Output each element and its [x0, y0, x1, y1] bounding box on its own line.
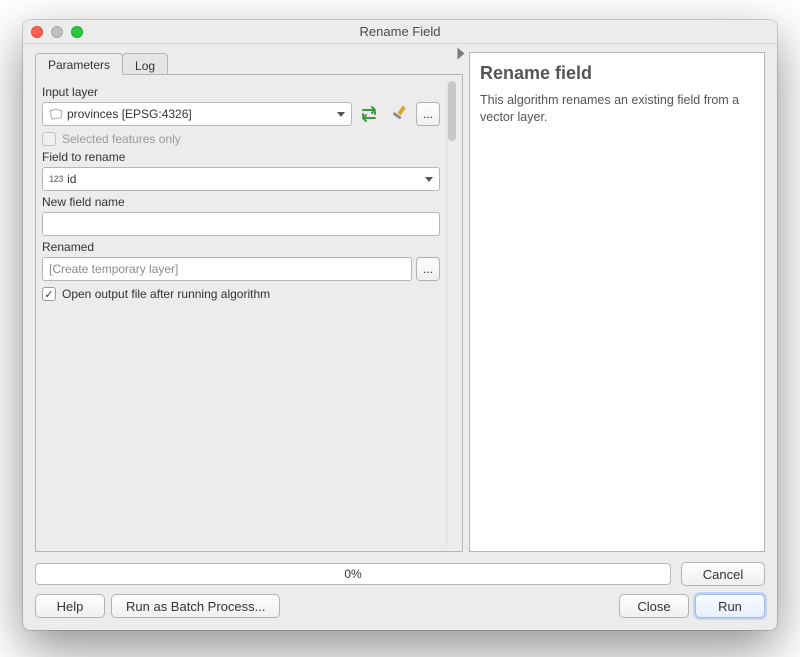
dialog-window: Rename Field Parameters Log Input layer: [23, 20, 777, 630]
titlebar: Rename Field: [23, 20, 777, 44]
dialog-content: Parameters Log Input layer: [23, 44, 777, 630]
open-output-checkbox[interactable]: ✓ Open output file after running algorit…: [42, 287, 440, 301]
input-layer-browse-button[interactable]: ...: [416, 102, 440, 126]
selected-features-only-label: Selected features only: [62, 132, 181, 146]
checkbox-icon: [42, 132, 56, 146]
input-layer-value: provinces [EPSG:4326]: [67, 107, 192, 121]
chevron-down-icon: [425, 177, 433, 182]
renamed-output-browse-button[interactable]: ...: [416, 257, 440, 281]
iterate-features-button[interactable]: [356, 102, 382, 126]
help-body: This algorithm renames an existing field…: [480, 92, 754, 126]
progress-row: 0% Cancel: [35, 562, 765, 586]
minimize-window-button[interactable]: [51, 26, 63, 38]
field-to-rename-label: Field to rename: [42, 150, 440, 164]
open-output-label: Open output file after running algorithm: [62, 287, 270, 301]
input-layer-row: provinces [EPSG:4326]: [42, 102, 440, 126]
input-layer-combo[interactable]: provinces [EPSG:4326]: [42, 102, 352, 126]
selected-features-only-checkbox: Selected features only: [42, 132, 440, 146]
renamed-output-input[interactable]: [Create temporary layer]: [42, 257, 412, 281]
parameters-panel: Input layer provinces [EPSG:4326]: [35, 74, 463, 552]
polygon-layer-icon: [49, 108, 63, 120]
button-row: Help Run as Batch Process... Close Run: [35, 594, 765, 618]
help-panel: Rename field This algorithm renames an e…: [469, 52, 765, 552]
input-layer-label: Input layer: [42, 85, 440, 99]
renamed-output-label: Renamed: [42, 240, 440, 254]
new-field-name-input[interactable]: [42, 212, 440, 236]
cancel-button[interactable]: Cancel: [681, 562, 765, 586]
advanced-options-button[interactable]: [386, 102, 412, 126]
renamed-output-row: [Create temporary layer] ...: [42, 257, 440, 281]
new-field-name-label: New field name: [42, 195, 440, 209]
scrollbar-thumb[interactable]: [448, 81, 456, 141]
top-area: Parameters Log Input layer: [35, 52, 765, 552]
field-to-rename-value: id: [67, 172, 76, 186]
parameters-column: Parameters Log Input layer: [35, 52, 463, 552]
tab-log[interactable]: Log: [122, 53, 168, 75]
help-heading: Rename field: [480, 63, 754, 84]
progress-text: 0%: [344, 567, 361, 581]
parameters-scrollbar[interactable]: [446, 81, 456, 545]
chevron-down-icon: [337, 112, 345, 117]
panel-collapse-icon[interactable]: [458, 48, 465, 60]
close-button[interactable]: Close: [619, 594, 689, 618]
progress-bar: 0%: [35, 563, 671, 585]
run-batch-button[interactable]: Run as Batch Process...: [111, 594, 280, 618]
window-controls: [31, 26, 83, 38]
checkbox-checked-icon: ✓: [42, 287, 56, 301]
tab-parameters[interactable]: Parameters: [35, 53, 123, 75]
window-title: Rename Field: [23, 24, 777, 39]
run-button[interactable]: Run: [695, 594, 765, 618]
help-button[interactable]: Help: [35, 594, 105, 618]
renamed-output-placeholder: [Create temporary layer]: [49, 262, 178, 276]
field-to-rename-combo[interactable]: 123 id: [42, 167, 440, 191]
maximize-window-button[interactable]: [71, 26, 83, 38]
close-window-button[interactable]: [31, 26, 43, 38]
tab-bar: Parameters Log: [35, 52, 463, 74]
parameters-panel-inner: Input layer provinces [EPSG:4326]: [42, 81, 446, 545]
numeric-field-icon: 123: [49, 174, 63, 184]
